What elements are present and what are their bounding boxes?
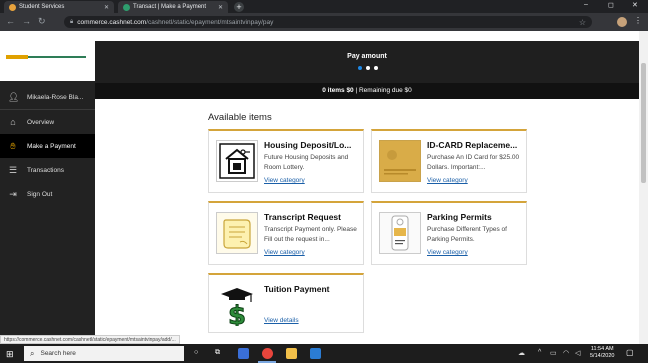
close-window-button[interactable]: ✕ xyxy=(632,1,638,9)
payment-icon: ✋︎ xyxy=(10,140,16,151)
tab-label: Transact | Make a Payment xyxy=(133,4,207,10)
minimize-button[interactable]: – xyxy=(584,1,588,8)
sidebar-item-label: Sign Out xyxy=(27,190,53,198)
card-title: Tuition Payment xyxy=(264,284,330,294)
tab-label: Student Services xyxy=(19,4,65,10)
scroll-icon xyxy=(216,212,258,254)
cortana-icon[interactable]: ○ xyxy=(194,349,198,356)
sidebar-item-label: Transactions xyxy=(27,166,64,174)
svg-text:$: $ xyxy=(228,301,246,326)
view-details-link[interactable]: View details xyxy=(264,317,299,324)
item-card-parking[interactable]: Parking Permits Purchase Different Types… xyxy=(371,201,527,265)
maximize-button[interactable]: ◻ xyxy=(608,1,614,9)
sidebar-item-label: Make a Payment xyxy=(27,142,76,150)
card-description: Transcript Payment only. Please Fill out… xyxy=(264,226,357,243)
sidebar-item-label: Overview xyxy=(27,118,55,126)
url-path: /cashnetl/static/epayment/mtsaintvinpay/… xyxy=(146,18,274,26)
card-title: Transcript Request xyxy=(264,212,341,222)
step-dot xyxy=(366,66,370,70)
volume-icon[interactable]: ◁ xyxy=(575,349,580,357)
tab-favicon-icon xyxy=(9,3,16,11)
new-tab-button[interactable]: + xyxy=(234,2,244,12)
cart-summary: 0 items $0 | Remaining due $0 xyxy=(95,83,639,99)
sidebar-item-make-payment[interactable]: ✋︎ Make a Payment xyxy=(0,134,95,158)
profile-avatar[interactable] xyxy=(617,17,627,27)
item-card-transcript[interactable]: Transcript Request Transcript Payment on… xyxy=(208,201,364,265)
id-card-icon xyxy=(379,140,421,182)
app-icon[interactable] xyxy=(238,348,249,359)
user-icon: 👤︎ xyxy=(8,91,20,102)
view-category-link[interactable]: View category xyxy=(264,249,305,256)
list-icon: ☰ xyxy=(8,164,18,175)
tray-chevron-icon[interactable]: ^ xyxy=(538,349,541,356)
item-card-housing[interactable]: Housing Deposit/Lo... Future Housing Dep… xyxy=(208,129,364,193)
wifi-icon[interactable]: ◠ xyxy=(563,349,569,357)
url-host: commerce.cashnet.com xyxy=(77,18,147,26)
view-category-link[interactable]: View category xyxy=(427,177,468,184)
house-key-icon xyxy=(216,140,258,182)
card-title: Housing Deposit/Lo... xyxy=(264,140,352,150)
file-explorer-icon[interactable] xyxy=(286,348,297,359)
tab-student-services[interactable]: Student Services ✕ xyxy=(4,1,114,13)
remaining-due: Remaining due $0 xyxy=(358,87,412,94)
available-items-title: Available items xyxy=(208,112,272,123)
scrollbar-thumb[interactable] xyxy=(641,63,646,183)
sign-out-icon: ⇥ xyxy=(9,188,17,199)
address-bar[interactable]: 🔒︎ commerce.cashnet.com/cashnetl/static/… xyxy=(64,16,592,28)
close-tab-icon[interactable]: ✕ xyxy=(218,4,223,11)
search-icon: ⌕ xyxy=(30,348,35,358)
items-total: 0 items $0 xyxy=(322,87,354,94)
card-description: Purchase Different Types of Parking Perm… xyxy=(427,226,507,243)
card-description: Purchase An ID Card for $25.00 Dollars. … xyxy=(427,154,520,171)
windows-start-icon[interactable]: ⊞ xyxy=(6,349,14,360)
pay-amount-label: Pay amount xyxy=(347,53,387,60)
sidebar-user[interactable]: 👤︎ Mikaela-Rose Bla... xyxy=(0,85,95,109)
step-indicator xyxy=(358,66,378,70)
sidebar-item-transactions[interactable]: ☰ Transactions xyxy=(0,158,95,182)
browser-menu-icon[interactable]: ⋮ xyxy=(634,16,642,25)
step-dot xyxy=(358,66,362,70)
reload-icon[interactable]: ↻ xyxy=(38,16,46,27)
app-icon[interactable] xyxy=(310,348,321,359)
browser-tab-strip: Student Services ✕ Transact | Make a Pay… xyxy=(0,0,648,13)
home-icon: ⌂ xyxy=(10,117,16,127)
sidebar: 👤︎ Mikaela-Rose Bla... ⌂ Overview ✋︎ Mak… xyxy=(0,31,95,344)
browser-toolbar: ← → ↻ 🔒︎ commerce.cashnet.com/cashnetl/s… xyxy=(0,13,648,31)
item-card-tuition[interactable]: $ Tuition Payment View details xyxy=(208,273,364,333)
back-icon[interactable]: ← xyxy=(6,16,15,26)
chrome-icon[interactable] xyxy=(262,348,273,359)
lock-icon: 🔒︎ xyxy=(70,18,74,25)
taskbar: ⊞ ⌕ Search here ○ ⧉ ☁ ^ ▭ ◠ ◁ 11:54 AM 5… xyxy=(0,344,648,363)
view-category-link[interactable]: View category xyxy=(264,177,305,184)
clock-time: 11:54 AM xyxy=(590,346,614,352)
network-icon[interactable]: ▭ xyxy=(550,349,557,357)
card-title: Parking Permits xyxy=(427,212,492,222)
system-clock[interactable]: 11:54 AM 5/14/2020 xyxy=(590,346,614,360)
parking-tag-icon xyxy=(379,212,421,254)
tab-favicon-icon xyxy=(123,3,130,11)
user-name: Mikaela-Rose Bla... xyxy=(27,93,84,101)
sidebar-item-sign-out[interactable]: ⇥ Sign Out xyxy=(0,182,95,206)
tab-make-payment[interactable]: Transact | Make a Payment ✕ xyxy=(118,1,228,13)
close-tab-icon[interactable]: ✕ xyxy=(104,4,109,11)
pay-amount-header: Pay amount xyxy=(95,41,639,83)
page-scrollbar[interactable] xyxy=(639,31,648,344)
notifications-icon[interactable]: ▢ xyxy=(626,348,634,357)
clock-date: 5/14/2020 xyxy=(590,353,615,359)
card-title: ID-CARD Replaceme... xyxy=(427,140,518,150)
search-placeholder: Search here xyxy=(40,350,76,357)
step-dot xyxy=(374,66,378,70)
onedrive-icon[interactable]: ☁ xyxy=(518,349,525,357)
card-description: Future Housing Deposits and Room Lottery… xyxy=(264,154,349,171)
bookmark-star-icon[interactable]: ☆ xyxy=(579,18,586,27)
item-card-id-card[interactable]: ID-CARD Replaceme... Purchase An ID Card… xyxy=(371,129,527,193)
forward-icon[interactable]: → xyxy=(22,16,31,26)
school-logo[interactable] xyxy=(0,31,95,81)
link-preview-statusbar: https://commerce.cashnet.com/cashnetl/st… xyxy=(0,335,180,344)
dollar-cap-icon: $ xyxy=(216,284,258,326)
view-category-link[interactable]: View category xyxy=(427,249,468,256)
taskbar-search[interactable]: ⌕ Search here xyxy=(24,346,184,361)
sidebar-item-overview[interactable]: ⌂ Overview xyxy=(0,110,95,134)
task-view-icon[interactable]: ⧉ xyxy=(215,349,220,357)
